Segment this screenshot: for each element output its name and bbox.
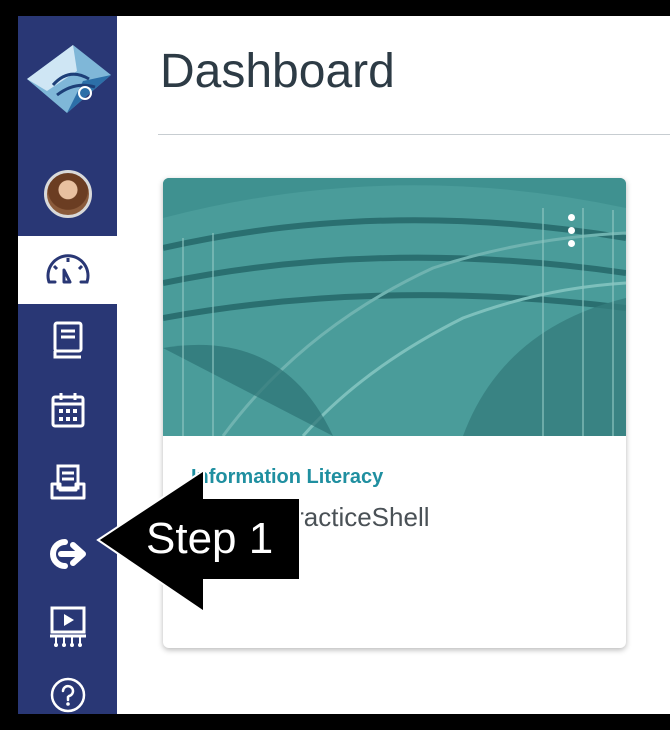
account-avatar[interactable] [18,164,117,224]
nav-courses[interactable] [18,308,117,372]
course-card[interactable]: Information Literacy epeau_PracticeShell… [163,178,626,648]
card-options-icon[interactable] [568,214,578,254]
institution-logo[interactable] [18,34,117,124]
courses-icon [53,321,82,359]
calendar-icon [51,393,84,428]
course-term: urse Term [191,538,262,555]
logo-icon [26,45,111,113]
global-navigation [18,16,117,714]
nav-calendar[interactable] [18,376,117,444]
nav-inbox[interactable] [18,448,117,516]
nav-studio[interactable] [18,592,117,662]
help-icon [50,677,85,713]
course-card-image[interactable] [163,178,626,436]
course-code: epeau_PracticeShell [191,502,430,532]
nav-dashboard[interactable] [18,236,117,304]
studio-icon [49,606,86,647]
avatar [43,170,92,218]
course-name[interactable]: Information Literacy [191,466,383,489]
dashboard-icon [46,254,89,284]
nav-help[interactable] [18,664,117,726]
nav-commons[interactable] [18,520,117,588]
title-divider [158,134,670,135]
logout-arrow-icon [49,539,86,569]
inbox-icon [50,464,85,500]
page-title: Dashboard [160,45,395,98]
library-shelves-image [163,178,626,436]
